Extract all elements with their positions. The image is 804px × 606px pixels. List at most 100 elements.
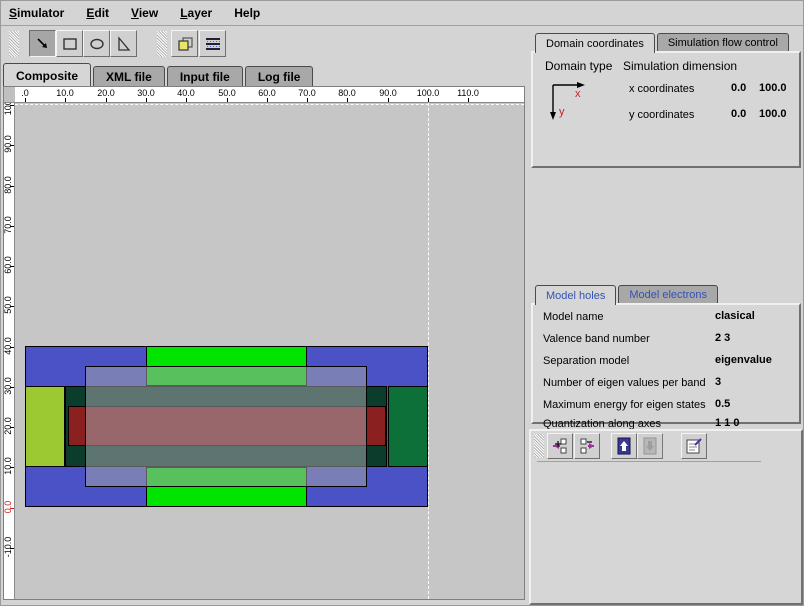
add-layer-button[interactable] [547, 433, 573, 459]
vruler-label: 40.0 [4, 329, 13, 363]
hruler-tick [267, 98, 268, 102]
drawing-toolbar [1, 27, 527, 61]
layers-table[interactable] [537, 461, 761, 462]
domain-type-label: Domain type [545, 59, 612, 73]
rectangle-tool-button[interactable] [56, 30, 83, 57]
hruler-tick [388, 98, 389, 102]
x-min-value: 0.0 [731, 82, 746, 94]
model-row-label: Model name [543, 311, 604, 323]
model-row-value: clasical [715, 310, 755, 322]
remove-layer-button[interactable] [574, 433, 600, 459]
hruler-label: 10.0 [56, 88, 74, 98]
toolbar-grip[interactable] [534, 434, 544, 458]
hruler-tick [106, 98, 107, 102]
hruler-tick [347, 98, 348, 102]
tab-model-electrons[interactable]: Model electrons [618, 285, 718, 303]
ruler-corner [4, 87, 15, 103]
hruler-label: 50.0 [218, 88, 236, 98]
model-row-label: Maximum energy for eigen states [543, 399, 706, 411]
region-metal-left[interactable] [25, 386, 65, 467]
vertical-ruler: 100.090.080.070.060.050.040.030.020.010.… [4, 103, 15, 599]
vruler-label: -10.0 [4, 530, 13, 564]
vruler-label: 60.0 [4, 248, 13, 282]
menu-edit[interactable]: Edit [86, 6, 109, 20]
model-panel: Model holes Model electrons Model namecl… [531, 303, 801, 424]
tab-domain-coordinates[interactable]: Domain coordinates [535, 33, 655, 53]
region-active[interactable] [85, 366, 367, 487]
hruler-label: 100.0 [417, 88, 440, 98]
hruler-label: 70.0 [298, 88, 316, 98]
properties-button[interactable] [681, 433, 707, 459]
arrow-down-icon [642, 437, 658, 455]
move-down-button [637, 433, 663, 459]
hruler-label: 30.0 [137, 88, 155, 98]
document-tab-bar: CompositeXML fileInput fileLog file [3, 63, 315, 86]
tab-composite[interactable]: Composite [3, 63, 91, 86]
vruler-label: 20.0 [4, 409, 13, 443]
mesh-grid-icon [204, 35, 222, 53]
pointer-tool-button[interactable] [29, 30, 56, 57]
x-max-value: 100.0 [759, 82, 787, 94]
menu-layer[interactable]: Layer [180, 6, 212, 20]
polygon-tool-button[interactable] [110, 30, 137, 57]
y-min-value: 0.0 [731, 108, 746, 120]
tab-simulation-flow-control[interactable]: Simulation flow control [657, 33, 789, 51]
hruler-tick [25, 98, 26, 102]
mesh-grid-button[interactable] [199, 30, 226, 57]
model-row-value: 1 1 0 [715, 417, 739, 429]
model-row-value: 0.5 [715, 398, 730, 410]
ellipse-tool-button[interactable] [83, 30, 110, 57]
ellipse-icon [89, 36, 105, 52]
properties-form-icon [685, 437, 703, 455]
vruler-label: 50.0 [4, 288, 13, 322]
x-coordinates-label: x coordinates [629, 83, 694, 95]
vruler-label: 0.0 [4, 490, 13, 524]
domain-boundary-y [15, 104, 524, 105]
vruler-label: 80.0 [4, 168, 13, 202]
triangle-icon [116, 36, 132, 52]
vruler-label: 10.0 [4, 449, 13, 483]
arrow-up-icon [616, 437, 632, 455]
hruler-label: 20.0 [97, 88, 115, 98]
hruler-label: 40.0 [177, 88, 195, 98]
menu-view[interactable]: View [131, 6, 158, 20]
menu-help[interactable]: Help [234, 6, 260, 20]
hruler-tick [186, 98, 187, 102]
add-nodes-icon [551, 437, 569, 455]
tab-log-file[interactable]: Log file [245, 66, 314, 86]
toolbar-grip[interactable] [9, 31, 19, 57]
toolbar-grip[interactable] [157, 31, 167, 57]
model-row-label: Separation model [543, 355, 629, 367]
tab-model-holes[interactable]: Model holes [535, 285, 616, 305]
axis-y-label: y [559, 106, 565, 118]
hruler-label: 80.0 [338, 88, 356, 98]
layers-copy-button[interactable] [171, 30, 198, 57]
tab-input-file[interactable]: Input file [167, 66, 243, 86]
hruler-tick [307, 98, 308, 102]
hruler-tick [65, 98, 66, 102]
remove-nodes-icon [578, 437, 596, 455]
tab-xml-file[interactable]: XML file [93, 66, 165, 86]
move-up-button[interactable] [611, 433, 637, 459]
model-row-value: 2 3 [715, 332, 730, 344]
xy-axis-icon: x y [545, 77, 605, 132]
simulation-dimension-label: Simulation dimension [623, 59, 737, 73]
menu-simulator[interactable]: Simulator [9, 6, 64, 20]
hruler-tick [227, 98, 228, 102]
hruler-label: 110.0 [457, 88, 479, 98]
horizontal-ruler: .010.020.030.040.050.060.070.080.090.010… [15, 87, 524, 103]
vruler-label: 30.0 [4, 369, 13, 403]
hruler-tick [146, 98, 147, 102]
axis-x-label: x [575, 88, 581, 100]
hruler-tick [428, 98, 429, 102]
overlapping-squares-icon [176, 35, 194, 53]
device-canvas[interactable] [15, 103, 524, 599]
layers-toolbar [531, 431, 803, 461]
y-max-value: 100.0 [759, 108, 787, 120]
vruler-label: 100.0 [4, 103, 13, 121]
vruler-label: 90.0 [4, 127, 13, 161]
region-metal-right[interactable] [388, 386, 428, 467]
model-row-value: 3 [715, 376, 721, 388]
domain-panel: Domain coordinates Simulation flow contr… [531, 51, 801, 168]
y-coordinates-label: y coordinates [629, 109, 694, 121]
